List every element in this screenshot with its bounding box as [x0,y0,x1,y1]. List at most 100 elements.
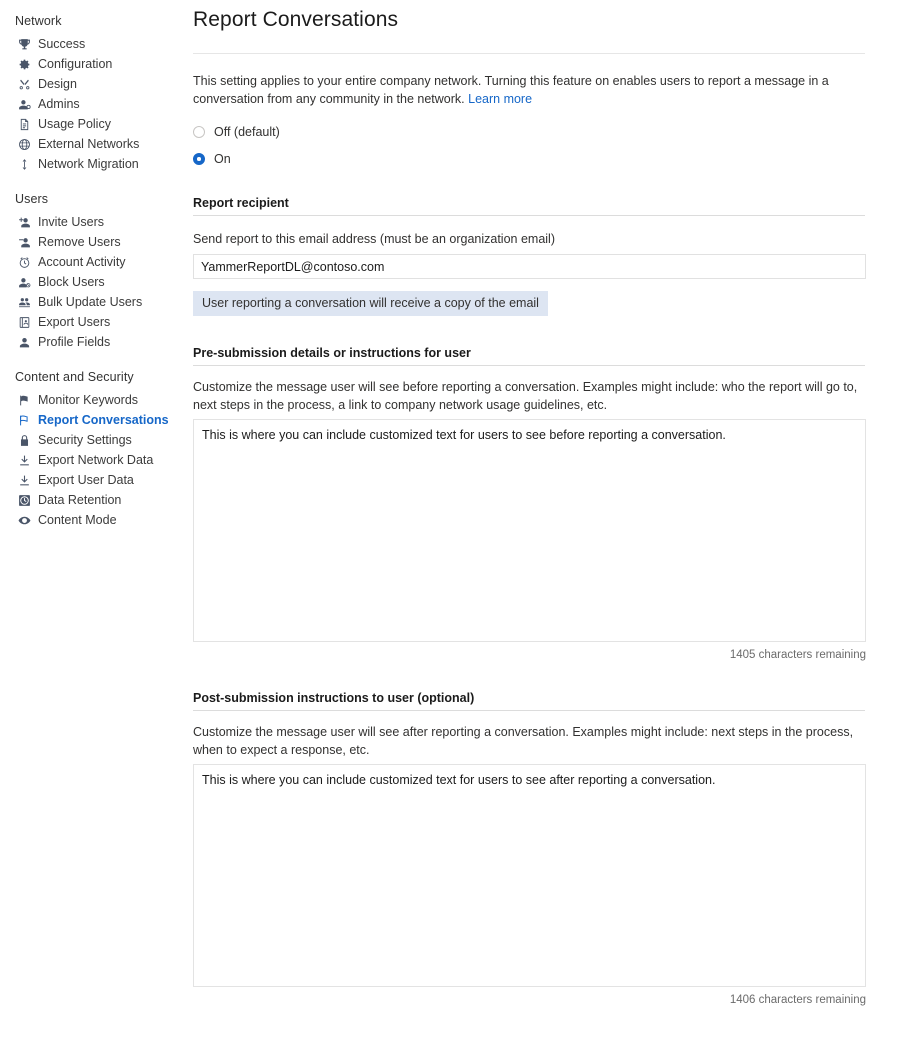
sidebar-item-success[interactable]: Success [0,34,185,54]
post-submission-divider [193,710,865,711]
person-add-icon [15,216,33,229]
report-email-input[interactable] [193,254,866,279]
flag-outline-icon [15,414,33,427]
nav-group-content-and-security: Content and Security Monitor Keywords Repo… [0,368,185,530]
migration-arrows-icon [15,158,33,171]
sidebar-item-invite-users[interactable]: Invite Users [0,212,185,232]
person-block-icon [15,276,33,289]
radio-option-on[interactable]: On [193,152,865,166]
settings-page: Network Success Configuration Design Admins U… [0,0,900,1039]
sidebar-item-label: Invite Users [38,215,104,229]
email-field-label: Send report to this email address (must … [193,232,555,246]
radio-on-indicator[interactable] [193,153,205,165]
sidebar-item-report-conversations[interactable]: Report Conversations [0,410,185,430]
sidebar-item-label: Content Mode [38,513,117,527]
export-users-icon [15,316,33,329]
sidebar-item-label: Configuration [38,57,113,71]
lock-icon [15,434,33,447]
flag-filled-icon [15,394,33,407]
sidebar-item-label: External Networks [38,137,140,151]
sidebar-item-label: Monitor Keywords [38,393,139,407]
post-submission-section: Post-submission instructions to user (op… [193,691,866,1006]
nav-group-title: Users [15,192,49,206]
download-icon [15,474,33,487]
bulk-users-icon [15,296,33,309]
sidebar-item-network-migration[interactable]: Network Migration [0,154,185,174]
eye-icon [15,514,33,527]
sidebar-item-bulk-update-users[interactable]: Bulk Update Users [0,292,185,312]
person-remove-icon [15,236,33,249]
sidebar-item-label: Export User Data [38,473,134,487]
sidebar-item-label: Network Migration [38,157,139,171]
sidebar-item-block-users[interactable]: Block Users [0,272,185,292]
page-title: Report Conversations [193,8,399,31]
sidebar-item-label: Account Activity [38,255,126,269]
sidebar-item-data-retention[interactable]: Data Retention [0,490,185,510]
pre-submission-divider [193,365,865,366]
post-submission-help-text: Customize the message user will see afte… [193,725,854,757]
sidebar-item-label: Data Retention [38,493,122,507]
nav-group-title: Content and Security [15,370,134,384]
sidebar-item-configuration[interactable]: Configuration [0,54,185,74]
sidebar-item-design[interactable]: Design [0,74,185,94]
sidebar-item-admins[interactable]: Admins [0,94,185,114]
sidebar-item-remove-users[interactable]: Remove Users [0,232,185,252]
post-submission-heading: Post-submission instructions to user (op… [193,691,475,705]
intro-paragraph: This setting applies to your entire comp… [193,72,853,108]
report-recipient-divider [193,215,865,216]
sidebar-item-export-user-data[interactable]: Export User Data [0,470,185,490]
pre-submission-help-text: Customize the message user will see befo… [193,380,858,412]
clock-icon [15,256,33,269]
person-icon [15,336,33,349]
main-content: Report Conversations This setting applie… [185,0,900,1039]
sidebar-item-label: Design [38,77,77,91]
learn-more-link[interactable]: Learn more [468,92,532,106]
sidebar-item-profile-fields[interactable]: Profile Fields [0,332,185,352]
sidebar-item-external-networks[interactable]: External Networks [0,134,185,154]
sidebar-item-usage-policy[interactable]: Usage Policy [0,114,185,134]
pre-submission-heading: Pre-submission details or instructions f… [193,346,471,360]
sidebar-item-export-users[interactable]: Export Users [0,312,185,332]
sidebar-item-security-settings[interactable]: Security Settings [0,430,185,450]
sidebar-item-label: Security Settings [38,433,132,447]
pre-submission-textarea[interactable] [193,419,866,642]
post-submission-textarea[interactable] [193,764,866,987]
download-icon [15,454,33,467]
copy-of-email-note: User reporting a conversation will recei… [193,291,548,316]
nav-group-users: Users Invite Users Remove Users Account Act… [0,190,185,352]
pre-submission-char-count: 1405 characters remaining [729,649,866,661]
sidebar-item-label: Success [38,37,86,51]
pre-submission-section: Pre-submission details or instructions f… [193,346,866,661]
sidebar-item-content-mode[interactable]: Content Mode [0,510,185,530]
sidebar-item-label: Export Network Data [38,453,154,467]
report-recipient-heading: Report recipient [193,196,289,210]
sidebar-item-label: Admins [38,97,80,111]
sidebar-item-label: Remove Users [38,235,121,249]
sidebar-item-label: Usage Policy [38,117,111,131]
radio-off-label: Off (default) [214,125,280,139]
sidebar-item-monitor-keywords[interactable]: Monitor Keywords [0,390,185,410]
sidebar-item-label: Block Users [38,275,105,289]
trophy-icon [15,38,33,51]
post-submission-char-count: 1406 characters remaining [729,994,866,1006]
nav-group-network: Network Success Configuration Design Admins U… [0,12,185,174]
title-divider [193,53,865,54]
admin-sidebar: Network Success Configuration Design Admins U… [0,0,185,1039]
sidebar-item-label: Profile Fields [38,335,111,349]
sidebar-item-label: Report Conversations [38,413,169,427]
sidebar-item-account-activity[interactable]: Account Activity [0,252,185,272]
sidebar-item-export-network-data[interactable]: Export Network Data [0,450,185,470]
nav-group-title: Network [15,14,62,28]
admin-person-icon [15,98,33,111]
document-icon [15,118,33,131]
globe-icon [15,138,33,151]
report-recipient-section: Report recipient Send report to this ema… [193,196,866,316]
gear-icon [15,58,33,71]
sidebar-item-label: Export Users [38,315,111,329]
radio-option-off[interactable]: Off (default) [193,125,865,139]
radio-off-indicator[interactable] [193,126,205,138]
radio-on-label: On [214,152,231,166]
design-icon [15,78,33,91]
retention-clock-icon [15,494,33,507]
sidebar-item-label: Bulk Update Users [38,295,143,309]
